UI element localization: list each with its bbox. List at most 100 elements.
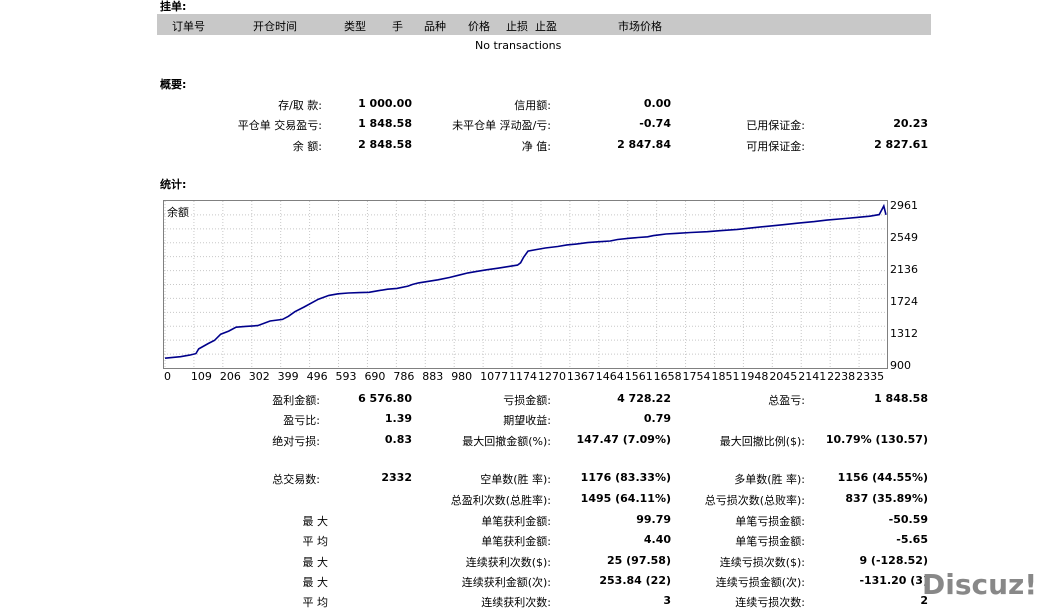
long-trades-label: 多单数(胜 率): — [734, 473, 805, 486]
x-tick-label: 1464 — [595, 370, 624, 383]
expected-payoff-label: 期望收益: — [503, 414, 551, 427]
x-tick-label: 593 — [335, 370, 357, 383]
max-cons-wins-value: 25 (97.58) — [607, 554, 671, 567]
y-tick-label: 2549 — [890, 231, 918, 244]
balance-series-line — [164, 203, 887, 359]
x-tick-label: 399 — [277, 370, 299, 383]
x-tick-label: 1270 — [537, 370, 566, 383]
section-title-stats: 统计: — [160, 178, 187, 191]
avg-cons-losses-label: 连续亏损次数: — [735, 596, 805, 609]
x-tick-label: 2141 — [798, 370, 827, 383]
avg-label-2: 平 均 — [302, 596, 329, 609]
y-tick-label: 900 — [890, 359, 911, 372]
profit-factor-value: 1.39 — [384, 412, 412, 425]
y-tick-label: 2961 — [890, 199, 918, 213]
orders-table-header: 订单号 开仓时间 类型 手 品种 价格 止损 止盈 市场价格 — [157, 14, 931, 35]
x-tick-label: 2238 — [827, 370, 856, 383]
profit-factor-label: 盈亏比: — [283, 414, 320, 427]
avg-cons-wins-label: 连续获利次数: — [481, 596, 551, 609]
margin-used-label: 已用保证金: — [746, 119, 805, 132]
deposit-value: 1 000.00 — [358, 97, 412, 110]
loss-trades-label: 总亏损次数(总败率): — [704, 494, 805, 507]
col-symbol: 品种 — [424, 20, 446, 33]
section-title-summary: 概要: — [160, 78, 187, 91]
largest-loss-label: 单笔亏损金额: — [735, 515, 805, 528]
x-tick-label: 2045 — [769, 370, 798, 383]
y-tick-label: 2136 — [890, 263, 918, 277]
total-trades-label: 总交易数: — [272, 473, 320, 486]
max-cons-loss-value: -131.20 (3) — [859, 574, 928, 587]
profit-trades-label: 总盈利次数(总胜率): — [450, 494, 551, 507]
floating-pl-value: -0.74 — [639, 117, 671, 130]
total-net-value: 1 848.58 — [874, 392, 928, 405]
x-tick-label: 1174 — [509, 370, 538, 383]
section-title-orders: 挂单: — [160, 0, 187, 13]
long-trades-value: 1156 (44.55%) — [837, 471, 928, 484]
max-cons-losses-value: 9 (-128.52) — [859, 554, 928, 567]
balance-value: 2 848.58 — [358, 138, 412, 151]
col-tp: 止盈 — [535, 20, 557, 33]
col-order-id: 订单号 — [172, 20, 205, 33]
gross-profit-label: 盈利金额: — [272, 394, 320, 407]
max-cons-wins-label: 连续获利次数($): — [465, 556, 551, 569]
credit-label: 信用额: — [514, 99, 551, 112]
max-drawdown-label: 最大回撤金额(%): — [462, 435, 551, 448]
col-lots: 手 — [392, 20, 403, 33]
x-tick-label: 1077 — [480, 370, 509, 383]
avg-profit-value: 4.40 — [643, 533, 671, 546]
max-cons-profit-label: 连续获利金额(次): — [461, 576, 551, 589]
x-tick-label: 302 — [248, 370, 270, 383]
x-tick-label: 206 — [219, 370, 241, 383]
gross-loss-label: 亏损金额: — [503, 394, 551, 407]
watermark-logo: Discuz! — [922, 568, 1038, 601]
closed-pl-value: 1 848.58 — [358, 117, 412, 130]
max-drawdown-value: 147.47 (7.09%) — [576, 433, 672, 446]
abs-drawdown-value: 0.83 — [384, 433, 412, 446]
y-tick-label: 1724 — [890, 295, 918, 309]
max-label-2: 最 大 — [302, 556, 329, 569]
x-tick-label: 2335 — [856, 370, 885, 383]
max-cons-profit-value: 253.84 (22) — [599, 574, 671, 587]
free-margin-value: 2 827.61 — [874, 138, 928, 151]
max-cons-loss-label: 连续亏损金额(次): — [715, 576, 805, 589]
equity-label: 净 值: — [521, 140, 551, 153]
credit-value: 0.00 — [643, 97, 671, 110]
x-tick-label: 1658 — [653, 370, 682, 383]
x-tick-label: 1367 — [566, 370, 595, 383]
x-tick-label: 1948 — [740, 370, 769, 383]
avg-loss-label: 单笔亏损金额: — [735, 535, 805, 548]
x-tick-label: 1561 — [624, 370, 653, 383]
largest-profit-value: 99.79 — [636, 513, 671, 526]
loss-trades-value: 837 (35.89%) — [845, 492, 928, 505]
max-cons-losses-label: 连续亏损次数($): — [719, 556, 805, 569]
largest-profit-label: 单笔获利金额: — [481, 515, 551, 528]
rel-drawdown-value: 10.79% (130.57) — [825, 433, 928, 446]
x-tick-label: 109 — [190, 370, 212, 383]
x-tick-label: 980 — [451, 370, 473, 383]
avg-cons-wins-value: 3 — [663, 594, 671, 607]
gross-profit-value: 6 576.80 — [358, 392, 412, 405]
max-label-3: 最 大 — [302, 576, 329, 589]
free-margin-label: 可用保证金: — [746, 140, 805, 153]
col-market-price: 市场价格 — [618, 20, 662, 33]
x-tick-label: 1851 — [711, 370, 740, 383]
abs-drawdown-label: 绝对亏损: — [272, 435, 320, 448]
deposit-label: 存/取 款: — [278, 99, 322, 112]
col-type: 类型 — [344, 20, 366, 33]
x-tick-label: 0 — [164, 370, 171, 383]
gross-loss-value: 4 728.22 — [617, 392, 671, 405]
margin-used-value: 20.23 — [893, 117, 928, 130]
floating-pl-label: 未平仓单 浮动盈/亏: — [452, 119, 551, 132]
closed-pl-label: 平仓单 交易盈亏: — [237, 119, 322, 132]
col-sl: 止损 — [506, 20, 528, 33]
chart-title: 余额 — [167, 204, 189, 220]
expected-payoff-value: 0.79 — [643, 412, 671, 425]
col-price: 价格 — [468, 20, 490, 33]
x-tick-label: 690 — [364, 370, 386, 383]
profit-trades-value: 1495 (64.11%) — [580, 492, 671, 505]
col-open-time: 开仓时间 — [253, 20, 297, 33]
avg-label-1: 平 均 — [302, 535, 329, 548]
x-tick-label: 496 — [306, 370, 328, 383]
y-tick-label: 1312 — [890, 327, 918, 341]
short-trades-label: 空单数(胜 率): — [480, 473, 551, 486]
